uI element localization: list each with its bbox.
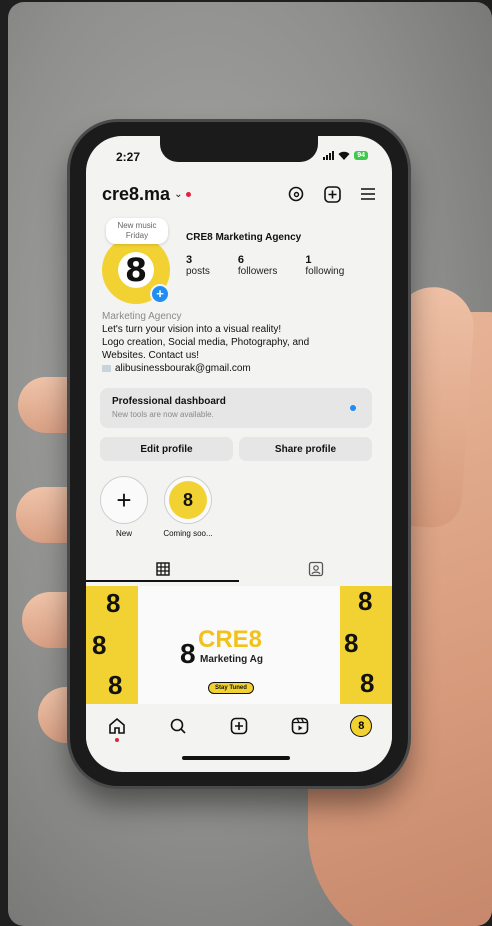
active-tab-indicator: [86, 580, 239, 582]
status-icons: 94: [323, 150, 368, 160]
stat-label: posts: [186, 266, 210, 277]
profile-stats: 3 posts 6 followers 1 following: [186, 254, 344, 277]
post-pattern: 8 8 8: [340, 586, 392, 704]
add-story-icon[interactable]: +: [150, 284, 170, 304]
brand-logo: 8: [169, 481, 207, 519]
email-row[interactable]: alibusinessbourak@gmail.com: [102, 362, 382, 375]
profile-header: cre8.ma ⌄: [102, 182, 378, 206]
highlight-circle: +: [100, 476, 148, 524]
highlight-coming-soon[interactable]: 8 Coming soo...: [162, 476, 214, 538]
post-brand: CRE8: [198, 626, 263, 653]
tab-tagged[interactable]: [239, 554, 392, 584]
profile-note[interactable]: New music Friday: [106, 218, 168, 244]
dashboard-subtitle: New tools are now available.: [112, 410, 214, 419]
home-indicator: [182, 756, 290, 760]
grid-icon: [155, 562, 170, 576]
create-icon[interactable]: [228, 715, 250, 737]
bio-line: Logo creation, Social media, Photography…: [102, 337, 310, 348]
wifi-icon: [338, 151, 350, 160]
reels-icon[interactable]: [289, 715, 311, 737]
email-link[interactable]: alibusinessbourak@gmail.com: [115, 362, 251, 375]
dashboard-title: Professional dashboard: [112, 396, 226, 407]
phone-screen: 2:27 94 cre8.ma ⌄ 8 New music Friday + C…: [86, 136, 392, 772]
post-pattern: 8 8 8: [86, 586, 138, 704]
home-icon[interactable]: [106, 715, 128, 742]
grid-post[interactable]: 8 8 8 8 8 8 8 CRE8 Marketing Ag Stay Tun…: [86, 586, 392, 704]
bio-line: Let's turn your vision into a visual rea…: [102, 324, 282, 335]
profile-category: Marketing Agency: [102, 311, 182, 322]
username-switcher[interactable]: cre8.ma: [102, 184, 170, 205]
share-profile-button[interactable]: Share profile: [239, 437, 372, 461]
plus-icon: +: [116, 485, 132, 515]
phone-frame: 2:27 94 cre8.ma ⌄ 8 New music Friday + C…: [70, 122, 408, 786]
stat-following[interactable]: 1 following: [305, 254, 344, 277]
highlight-label: New: [115, 529, 132, 538]
professional-dashboard[interactable]: Professional dashboard New tools are now…: [100, 388, 372, 428]
threads-icon[interactable]: [286, 184, 306, 204]
tagged-icon: [308, 561, 323, 577]
profile-nav-avatar[interactable]: 8: [350, 715, 373, 737]
brand-logo: 8: [118, 251, 154, 289]
stat-number: 3: [186, 254, 193, 266]
brand-logo: 8: [350, 715, 373, 737]
add-post-icon[interactable]: [322, 184, 342, 204]
brand-logo: 8: [180, 638, 196, 669]
notch: [160, 136, 318, 162]
bottom-nav: 8: [86, 706, 392, 746]
display-name: CRE8 Marketing Agency: [186, 232, 302, 243]
menu-icon[interactable]: [358, 184, 378, 204]
edit-profile-button[interactable]: Edit profile: [100, 437, 233, 461]
chevron-down-icon[interactable]: ⌄: [174, 189, 182, 200]
post-pill: Stay Tuned: [208, 682, 254, 694]
search-icon[interactable]: [167, 715, 189, 737]
notification-dot: [186, 191, 192, 197]
stat-label: followers: [237, 266, 278, 277]
status-time: 2:27: [116, 150, 141, 164]
stat-followers[interactable]: 6 followers: [238, 254, 277, 277]
highlight-circle: 8: [164, 476, 212, 524]
dashboard-dot: [350, 405, 356, 411]
bio-line: Websites. Contact us!: [102, 350, 200, 361]
stat-number: 6: [237, 254, 245, 266]
profile-bio: Marketing Agency Let's turn your vision …: [102, 310, 382, 375]
highlight-label: Coming soo...: [163, 529, 213, 538]
highlight-new[interactable]: + New: [98, 476, 150, 538]
stat-label: following: [305, 266, 345, 277]
stat-number: 1: [305, 254, 312, 266]
stat-posts[interactable]: 3 posts: [186, 254, 210, 277]
battery-icon: 94: [354, 150, 368, 160]
post-subtitle: Marketing Ag: [200, 654, 263, 665]
signal-icon: [323, 150, 335, 160]
mail-icon: [102, 365, 111, 372]
notification-dot: [114, 738, 119, 742]
